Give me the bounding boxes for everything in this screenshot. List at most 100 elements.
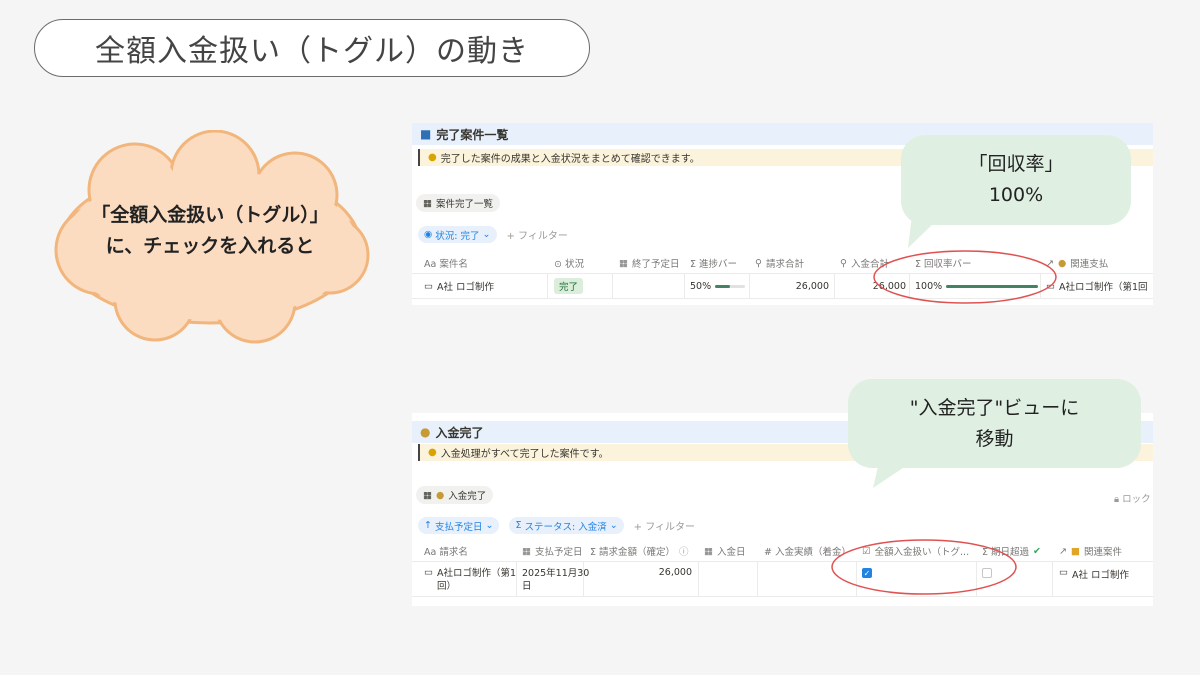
col-progress-header[interactable]: Σ 進捗バー (690, 253, 737, 273)
overdue-checkbox (982, 568, 992, 578)
folder-icon: ■ (1070, 545, 1080, 557)
search-icon: ⚲ (755, 257, 762, 269)
cloud-line-1: 「全額入金扱い（トグル）」 (91, 204, 329, 226)
row-status[interactable]: 完了 (554, 274, 584, 298)
col-full-toggle-label: 全額入金扱い（トグ... (874, 547, 970, 558)
filter-chip-status[interactable]: Σ ステータス: 入金済 ⌄ (509, 517, 624, 534)
callout-text: 入金処理がすべて完了した案件です。 (440, 449, 609, 460)
row-full-toggle[interactable]: ✓ (862, 562, 872, 602)
col-invoice-header[interactable]: ⚲ 請求合計 (755, 253, 804, 273)
cloud-line-2: に、チェックを入れると (105, 235, 315, 257)
col-due-date-label: 支払予定日 (534, 547, 583, 558)
filter-bar: ↑ 支払予定日 ⌄ Σ ステータス: 入金済 ⌄ + フィルター (418, 517, 695, 534)
row-invoice-total: 26,000 (795, 280, 829, 292)
status-icon: ◉ (424, 229, 433, 240)
col-status-header[interactable]: ⊙ 状況 (554, 253, 584, 273)
page-icon: ▭ (424, 567, 433, 578)
row-related-payment[interactable]: ▭ A社ロゴ制作（第1回 (1046, 274, 1148, 298)
view-tab[interactable]: ▦ ● 入金完了 (416, 486, 494, 504)
col-related-header[interactable]: ↗ ■ 関連案件 (1059, 541, 1122, 561)
filter-chip-label: ステータス: 入金済 (524, 521, 607, 533)
sort-chip[interactable]: ↑ 支払予定日 ⌄ (418, 517, 500, 534)
col-collection-header[interactable]: Σ 回収率バー (915, 253, 972, 273)
col-invoice-label: 請求合計 (765, 259, 804, 270)
col-name-header[interactable]: Aa 案件名 (424, 253, 468, 273)
row-related[interactable]: ▭ A社 ロゴ制作 (1059, 562, 1129, 601)
progress-bar (715, 284, 746, 288)
filter-bar: ◉ 状況: 完了 ⌄ + フィルター (418, 226, 568, 243)
calendar-icon: ▦ (522, 545, 531, 557)
col-related-label: 関連支払 (1070, 259, 1109, 270)
invoice-name-line-2: 回） (436, 581, 456, 592)
info-icon: ⓘ (679, 547, 689, 558)
col-end-date-header[interactable]: ▦ 終了予定日 (619, 253, 680, 273)
moneybag-icon: ● (420, 425, 431, 439)
table-row[interactable]: ▭ A社ロゴ制作（第1 回） 2025年11月30 日 26,000 ✓ ▭ A… (412, 561, 1153, 597)
col-amount-header[interactable]: Σ 請求金額（確定） ⓘ (590, 541, 689, 561)
chevron-down-icon: ⌄ (609, 520, 618, 531)
speech-bubble-rate: 「回収率」 100% (901, 135, 1131, 225)
callout-text: 完了した案件の成果と入金状況をまとめて確認できます。 (440, 154, 700, 165)
col-received-header[interactable]: ⚲ 入金合計 (840, 253, 889, 273)
row-overdue (982, 562, 992, 602)
table-icon: ▦ (423, 197, 432, 209)
col-amount-label: Σ 請求金額（確定） (590, 547, 676, 558)
table-icon: ▦ (423, 489, 432, 501)
status-badge: 完了 (554, 278, 584, 294)
view-tab-label: 入金完了 (448, 491, 487, 502)
arrow-icon: ↗ (1046, 257, 1054, 269)
collection-bar (946, 284, 1039, 288)
moneybag-icon: ● (1057, 257, 1067, 269)
page-icon: ▭ (1046, 280, 1055, 292)
row-progress: 50% (690, 274, 746, 298)
due-date-line-2: 日 (522, 581, 532, 592)
lock-button[interactable]: 🔒︎ ロック (1114, 491, 1151, 505)
checkbox-icon: ☑ (862, 545, 871, 557)
add-filter-button[interactable]: + フィルター (507, 227, 568, 242)
search-icon: ⚲ (840, 257, 847, 269)
lightbulb-icon: ● (428, 447, 437, 458)
arrow-icon: ↗ (1059, 545, 1067, 557)
col-full-toggle-header[interactable]: ☑ 全額入金扱い（トグ... (862, 541, 969, 561)
full-payment-checkbox[interactable]: ✓ (862, 568, 872, 578)
col-end-date-label: 終了予定日 (631, 259, 680, 270)
row-invoice-name[interactable]: ▭ A社ロゴ制作（第1 回） (424, 562, 516, 601)
bubble-move-line-2: 移動 (975, 427, 1014, 450)
row-due-date[interactable]: 2025年11月30 日 (522, 562, 589, 601)
page-icon: ▭ (424, 280, 433, 292)
col-paid-date-label: 入金日 (716, 547, 746, 558)
lock-icon: 🔒︎ (1114, 494, 1120, 505)
table-header-row: Aa 案件名 ⊙ 状況 ▦ 終了予定日 Σ 進捗バー ⚲ 請求合計 ⚲ 入金合計 Σ … (412, 253, 1153, 273)
panel-title: 完了案件一覧 (436, 127, 509, 142)
col-invoice-name-header[interactable]: Aa 請求名 (424, 541, 468, 561)
col-paid-date-header[interactable]: ▦ 入金日 (704, 541, 746, 561)
related-text: A社 ロゴ制作 (1071, 570, 1130, 581)
row-name[interactable]: ▭ A社 ロゴ制作 (424, 274, 494, 298)
slide-title: 全額入金扱い（トグル）の動き (34, 19, 590, 77)
view-tab[interactable]: ▦ 案件完了一覧 (416, 194, 500, 212)
row-amount: 26,000 (658, 567, 692, 578)
col-related-header[interactable]: ↗ ● 関連支払 (1046, 253, 1108, 273)
related-payment-text: A社ロゴ制作（第1回 (1058, 282, 1148, 293)
chevron-down-icon: ⌄ (485, 520, 494, 531)
due-date-line-1: 2025年11月30 (522, 568, 590, 579)
folder-icon: ■ (420, 127, 432, 141)
col-received-label: 入金合計 (850, 259, 889, 270)
add-filter-button[interactable]: + フィルター (634, 518, 695, 533)
table-row[interactable]: ▭ A社 ロゴ制作 完了 50% 26,000 26,000 100% ▭ A社ロゴ… (412, 273, 1153, 299)
arrow-up-icon: ↑ (424, 520, 432, 531)
invoice-name-line-1: A社ロゴ制作（第1 (436, 568, 517, 579)
bubble-rate-line-2: 100% (988, 184, 1044, 206)
page-icon: ▭ (1059, 567, 1068, 578)
collection-text: 100% (915, 280, 943, 292)
filter-chip-status[interactable]: ◉ 状況: 完了 ⌄ (418, 226, 497, 243)
row-collection: 100% (915, 274, 1039, 298)
col-overdue-header[interactable]: Σ 期日超過 ✔ (982, 541, 1041, 561)
calendar-icon: ▦ (619, 257, 628, 269)
check-square-icon: ✔ (1033, 545, 1041, 557)
chevron-down-icon: ⌄ (482, 229, 491, 240)
col-due-date-header[interactable]: ▦ 支払予定日 (522, 541, 583, 561)
lightbulb-icon: ● (428, 152, 437, 163)
col-paid-actual-header[interactable]: # 入金実績（着金） (764, 541, 851, 561)
sigma-icon: Σ (515, 520, 522, 531)
